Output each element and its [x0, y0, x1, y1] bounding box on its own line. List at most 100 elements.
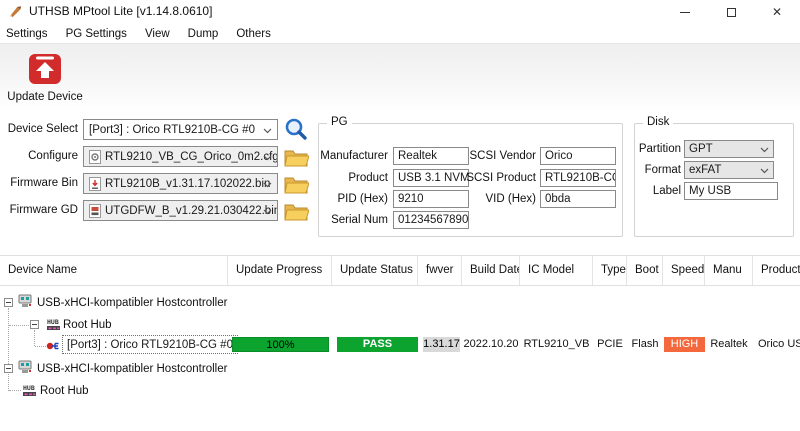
host-controller-icon	[18, 294, 32, 308]
menu-view[interactable]: View	[136, 28, 179, 40]
configure-folder-icon[interactable]	[283, 146, 309, 170]
chevron-down-icon	[760, 147, 769, 153]
scsi-vendor-label: SCSI Vendor	[455, 147, 536, 165]
format-value: exFAT	[689, 164, 721, 176]
partition-combo[interactable]: GPT	[684, 140, 774, 158]
disk-label-field[interactable]: My USB	[684, 182, 778, 200]
fwver-value: 1.31.17	[423, 337, 460, 352]
scsi-product-label: SCSI Product	[455, 169, 536, 187]
scsi-product-field[interactable]: RTL9210B-CG	[540, 169, 616, 187]
configure-combo[interactable]: RTL9210_VB_CG_Orico_0m2.cfg	[83, 146, 278, 167]
menu-settings[interactable]: Settings	[0, 28, 57, 40]
firmware-gd-folder-icon[interactable]	[283, 200, 309, 224]
col-boot[interactable]: Boot	[627, 256, 663, 285]
format-label: Format	[629, 161, 681, 179]
usb-device-icon	[46, 339, 60, 352]
maximize-button[interactable]	[708, 0, 754, 24]
manu-value: Realtek	[705, 337, 753, 352]
col-manu[interactable]: Manu	[705, 256, 753, 285]
tree-node-hostcontroller-1[interactable]: USB-xHCI-kompatibler Hostcontroller	[37, 292, 227, 314]
window-title: UTHSB MPtool Lite [v1.14.8.0610]	[29, 4, 212, 18]
close-button[interactable]: ✕	[754, 0, 800, 24]
type-value: PCIE	[593, 337, 627, 352]
tree-node-root-hub-2[interactable]: Root Hub	[40, 380, 89, 402]
tree-line	[9, 390, 21, 391]
col-device-name[interactable]: Device Name	[0, 256, 228, 285]
configure-label: Configure	[0, 146, 78, 167]
update-device-button[interactable]: Update Device	[6, 49, 84, 109]
menu-others[interactable]: Others	[227, 28, 280, 40]
selected-device-row[interactable]: [Port3] : Orico RTL9210B-CG #0	[62, 335, 238, 354]
firmware-bin-combo[interactable]: RTL9210B_v1.31.17.102022.bin	[83, 173, 278, 194]
tree-line	[9, 325, 29, 326]
col-update-status[interactable]: Update Status	[332, 256, 418, 285]
build-date-value: 2022.10.20	[462, 337, 520, 352]
col-type[interactable]: Type	[593, 256, 627, 285]
product-label: Product	[308, 169, 388, 187]
tree-node-hostcontroller-2[interactable]: USB-xHCI-kompatibler Hostcontroller	[37, 358, 227, 380]
col-fwver[interactable]: fwver	[418, 256, 462, 285]
device-select-combo[interactable]: [Port3] : Orico RTL9210B-CG #0	[83, 119, 278, 140]
col-speed[interactable]: Speed	[663, 256, 705, 285]
hub-icon: HUB	[22, 383, 37, 398]
table-header: Device Name Update Progress Update Statu…	[0, 255, 800, 286]
device-select-label: Device Select	[0, 119, 78, 140]
update-progress-bar: 100%	[232, 337, 329, 352]
partition-label: Partition	[629, 140, 681, 158]
app-window: UTHSB MPtool Lite [v1.14.8.0610] ✕ Setti…	[0, 0, 800, 431]
toolbar: Update Device	[0, 43, 800, 112]
boot-value: Flash	[627, 337, 663, 352]
expand-toggle[interactable]	[30, 320, 39, 329]
app-logo-icon	[8, 4, 23, 19]
disk-label-label: Label	[629, 182, 681, 200]
tree-line	[34, 330, 35, 346]
firmware-gd-combo[interactable]: UTGDFW_B_v1.29.21.030422.bin	[83, 200, 278, 221]
update-device-icon	[27, 51, 63, 85]
svg-text:HUB: HUB	[47, 318, 59, 326]
tree-line	[8, 374, 9, 391]
firmware-gd-file-icon	[89, 204, 101, 218]
menu-pg-settings[interactable]: PG Settings	[57, 28, 136, 40]
svg-text:HUB: HUB	[23, 384, 35, 392]
chevron-down-icon	[263, 155, 272, 161]
device-select-value: [Port3] : Orico RTL9210B-CG #0	[89, 124, 277, 136]
product-value: Orico US	[758, 337, 800, 352]
ic-model-value: RTL9210_VB	[520, 337, 593, 352]
firmware-bin-value: RTL9210B_v1.31.17.102022.bin	[105, 178, 277, 190]
close-icon: ✕	[772, 6, 782, 18]
tree-line	[8, 308, 9, 364]
format-combo[interactable]: exFAT	[684, 161, 774, 179]
firmware-bin-file-icon	[89, 177, 101, 191]
firmware-gd-value: UTGDFW_B_v1.29.21.030422.bin	[105, 205, 277, 217]
chevron-down-icon	[263, 128, 272, 134]
firmware-bin-folder-icon[interactable]	[283, 173, 309, 197]
update-status-badge: PASS	[337, 337, 418, 352]
scsi-vendor-field[interactable]: Orico	[540, 147, 616, 165]
pid-hex-label: PID (Hex)	[308, 190, 388, 208]
menu-dump[interactable]: Dump	[179, 28, 228, 40]
col-build-date[interactable]: Build Date	[462, 256, 520, 285]
tree-node-root-hub-1[interactable]: Root Hub	[63, 314, 112, 336]
vid-hex-field[interactable]: 0bda	[540, 190, 616, 208]
firmware-bin-label: Firmware Bin	[0, 173, 78, 194]
search-icon[interactable]	[283, 117, 309, 141]
partition-value: GPT	[689, 143, 713, 155]
col-product[interactable]: Product	[753, 256, 800, 285]
configure-value: RTL9210_VB_CG_Orico_0m2.cfg	[105, 151, 277, 163]
vid-hex-label: VID (Hex)	[455, 190, 536, 208]
col-update-progress[interactable]: Update Progress	[228, 256, 332, 285]
config-file-icon	[89, 150, 101, 164]
serial-num-field[interactable]: 012345678903	[393, 211, 469, 229]
minimize-icon	[680, 12, 690, 13]
col-ic-model[interactable]: IC Model	[520, 256, 593, 285]
minimize-button[interactable]	[662, 0, 708, 24]
pg-groupbox-title: PG	[327, 116, 352, 128]
serial-num-label: Serial Num	[308, 211, 388, 229]
update-device-label: Update Device	[6, 91, 84, 103]
expand-toggle[interactable]	[4, 298, 13, 307]
expand-toggle[interactable]	[4, 364, 13, 373]
disk-groupbox-title: Disk	[643, 116, 673, 128]
window-controls: ✕	[662, 0, 800, 24]
maximize-icon	[727, 8, 736, 17]
chevron-down-icon	[760, 168, 769, 174]
